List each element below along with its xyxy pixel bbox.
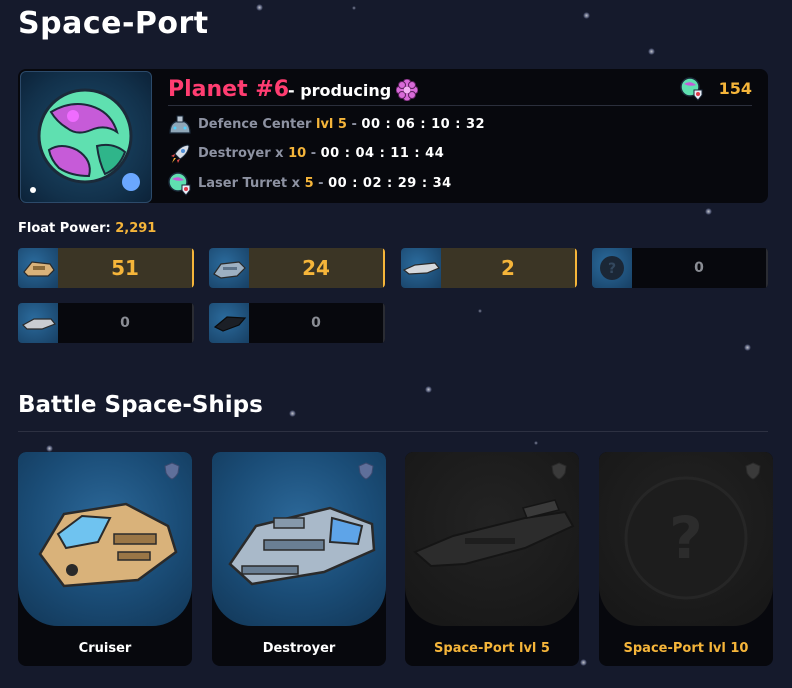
defence-center-icon xyxy=(168,113,192,141)
production-qty: 10 xyxy=(288,146,307,161)
star xyxy=(583,12,590,19)
cruiser-thumb-icon xyxy=(18,248,58,288)
float-power-value: 2,291 xyxy=(115,221,157,236)
ship-name: Cruiser xyxy=(78,641,132,656)
planet-name: Planet #6 xyxy=(168,77,290,102)
fleet-tile-stealth[interactable]: 0 xyxy=(209,303,385,343)
production-timer: 00 : 04 : 11 : 44 xyxy=(320,146,445,161)
shield-icon xyxy=(164,462,180,484)
ship-name: Space-Port lvl 5 xyxy=(434,641,550,656)
ship-name: Space-Port lvl 10 xyxy=(623,641,749,656)
locked-ship-art xyxy=(405,452,579,626)
svg-text:?: ? xyxy=(608,261,616,277)
fleet-count: 0 xyxy=(58,303,194,343)
stealth-ship-thumb-icon xyxy=(209,303,249,343)
planet-card[interactable]: Planet #6 - producing 154 Defence Center… xyxy=(18,69,768,203)
shield-icon xyxy=(358,462,374,484)
planet-status: - producing xyxy=(288,81,392,100)
fleet-count: 51 xyxy=(58,248,194,288)
shielded-planet-icon xyxy=(680,77,704,105)
star xyxy=(534,441,538,445)
star xyxy=(352,6,356,10)
production-separator: - xyxy=(351,117,357,132)
production-item-name: Laser Turret xyxy=(198,176,288,191)
producing-flower-icon xyxy=(395,78,419,105)
fleet-tile-locked[interactable]: ? 0 xyxy=(592,248,768,288)
laser-turret-icon xyxy=(168,172,192,200)
svg-text:?: ? xyxy=(669,504,703,572)
star xyxy=(580,659,587,666)
fleet-count: 24 xyxy=(249,248,385,288)
ship-name: Destroyer xyxy=(262,641,336,656)
cruiser-art xyxy=(18,452,192,626)
planet-icon xyxy=(30,88,140,193)
production-item-name: Defence Center xyxy=(198,117,312,132)
frigate-thumb-icon xyxy=(401,248,441,288)
star xyxy=(478,309,482,313)
unknown-ship-thumb-icon: ? xyxy=(592,248,632,288)
destroyer-art xyxy=(212,452,386,626)
corvette-thumb-icon xyxy=(18,303,58,343)
fleet-tile-corvette[interactable]: 0 xyxy=(18,303,194,343)
shield-icon xyxy=(745,462,761,484)
section-divider xyxy=(18,431,768,432)
shield-icon xyxy=(551,462,567,484)
float-power: Float Power: 2,291 xyxy=(18,221,156,236)
production-timer: 00 : 06 : 10 : 32 xyxy=(361,117,486,132)
planet-header: Planet #6 - producing 154 xyxy=(168,77,752,106)
star xyxy=(289,410,296,417)
fleet-tile-cruiser[interactable]: 51 xyxy=(18,248,194,288)
ship-card-destroyer[interactable]: Destroyer xyxy=(212,452,386,666)
star xyxy=(744,344,751,351)
star xyxy=(425,386,432,393)
planet-resource-count: 154 xyxy=(718,79,752,98)
battle-section-title: Battle Space-Ships xyxy=(18,392,263,418)
fleet-count: 0 xyxy=(249,303,385,343)
star xyxy=(46,445,53,452)
production-qty-prefix: lvl xyxy=(315,117,334,132)
production-qty-prefix: x xyxy=(275,146,284,161)
ship-card-cruiser[interactable]: Cruiser xyxy=(18,452,192,666)
star xyxy=(648,48,655,55)
ship-card-locked-lvl5[interactable]: Space-Port lvl 5 xyxy=(405,452,579,666)
production-separator: - xyxy=(310,146,317,161)
star xyxy=(256,4,263,11)
rocket-icon xyxy=(168,142,192,170)
fleet-count: 2 xyxy=(441,248,577,288)
production-timer: 00 : 02 : 29 : 34 xyxy=(328,176,452,191)
ship-card-locked-lvl10[interactable]: ? Space-Port lvl 10 xyxy=(599,452,773,666)
production-separator: - xyxy=(318,176,324,191)
locked-ship-art: ? xyxy=(599,452,773,626)
production-qty-prefix: x xyxy=(291,176,301,191)
float-power-label: Float Power: xyxy=(18,221,111,236)
star xyxy=(705,208,712,215)
fleet-tile-destroyer[interactable]: 24 xyxy=(209,248,385,288)
page-title: Space-Port xyxy=(18,6,209,41)
production-item-name: Destroyer xyxy=(198,146,271,161)
fleet-tile-frigate[interactable]: 2 xyxy=(401,248,577,288)
destroyer-thumb-icon xyxy=(209,248,249,288)
planet-image[interactable] xyxy=(20,71,152,203)
fleet-count: 0 xyxy=(632,248,768,288)
production-qty: 5 xyxy=(304,176,314,191)
production-qty: 5 xyxy=(337,117,347,132)
